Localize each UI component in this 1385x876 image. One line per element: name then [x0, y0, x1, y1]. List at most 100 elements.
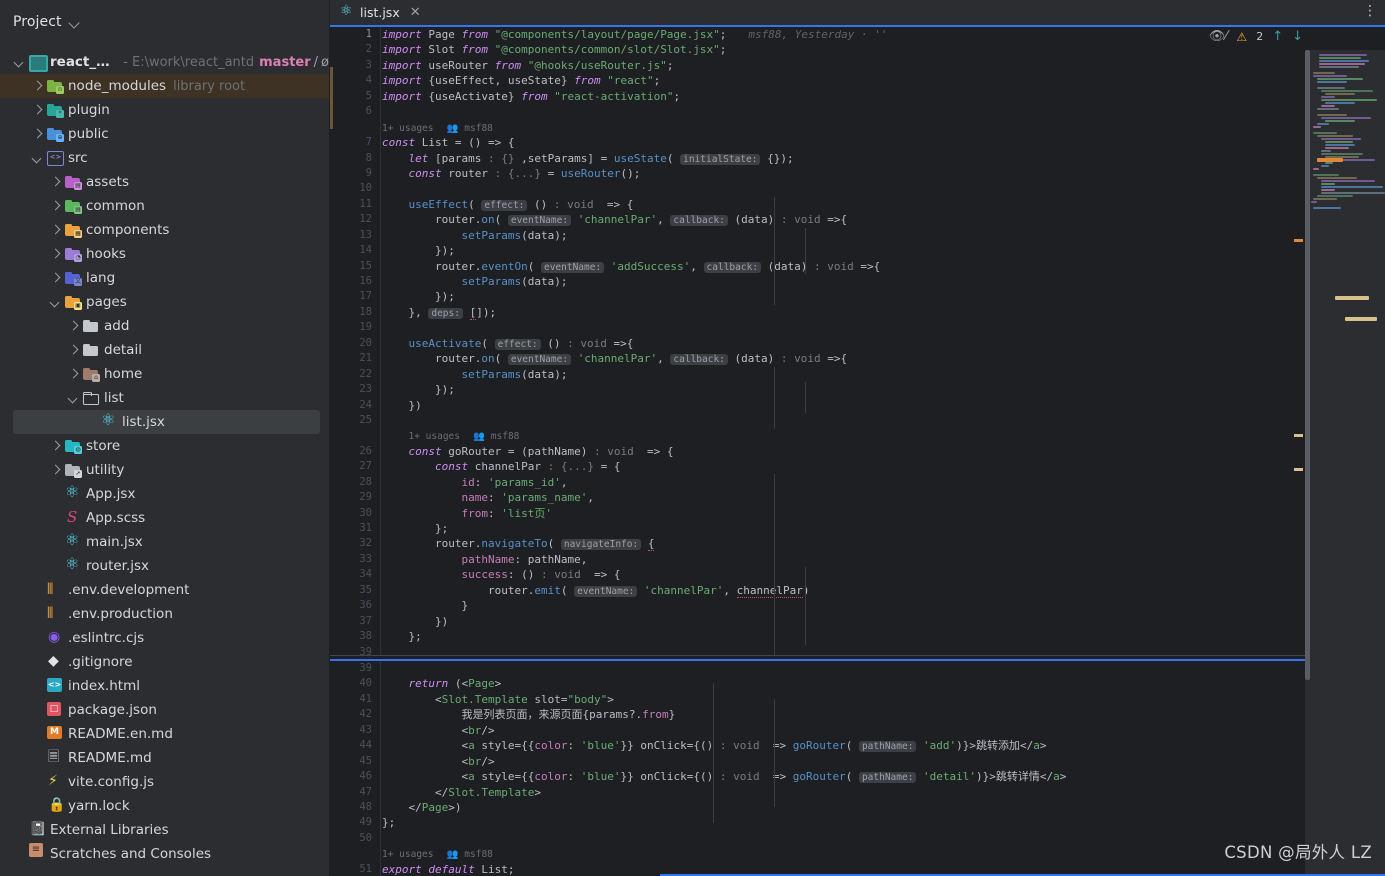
project-file-tree[interactable]: react_antd - E:\work\react_antd master /… [0, 44, 329, 876]
code-line[interactable] [382, 661, 1385, 676]
code-line[interactable]: 1+ usages 👥 msf88 [382, 428, 1385, 443]
line-number[interactable]: 37 [330, 614, 380, 629]
git-branch-label[interactable]: master [259, 55, 311, 70]
code-line[interactable]: }); [382, 243, 1385, 258]
chevron-down-icon[interactable] [13, 55, 27, 69]
chevron-right-icon[interactable] [49, 175, 63, 189]
code-content-top[interactable]: import Page from "@components/layout/pag… [382, 27, 1385, 655]
line-number[interactable]: 51 [330, 862, 380, 876]
tree-row-yarn-lock[interactable]: yarn.lock [0, 794, 329, 818]
code-line[interactable] [382, 104, 1385, 119]
code-line[interactable]: return (<Page> [382, 676, 1385, 691]
warning-triangle-icon[interactable]: ⚠ [1236, 30, 1247, 44]
code-line[interactable]: router.navigateTo( navigateInfo: { [382, 536, 1385, 552]
code-line[interactable]: </Page>) [382, 800, 1385, 815]
chevron-right-icon[interactable] [49, 439, 63, 453]
error-stripe[interactable] [1293, 50, 1305, 876]
chevron-right-icon[interactable] [49, 463, 63, 477]
close-icon[interactable]: ✕ [410, 5, 421, 20]
line-number[interactable]: 13 [330, 228, 380, 243]
tree-row-node-modules[interactable]: n node_modules library root [0, 74, 329, 98]
code-line[interactable]: useActivate( effect: () : void =>{ [382, 336, 1385, 351]
chevron-right-icon[interactable] [67, 343, 81, 357]
tree-row-detail[interactable]: detail [0, 338, 329, 362]
code-line[interactable]: from: 'list页' [382, 506, 1385, 521]
chevron-down-icon[interactable] [67, 391, 81, 405]
tree-row--env-production[interactable]: .env.production [0, 602, 329, 626]
tree-row-list-jsx[interactable]: list.jsx [13, 410, 320, 434]
code-line[interactable]: }) [382, 398, 1385, 413]
line-number[interactable]: 27 [330, 459, 380, 474]
line-number[interactable]: 12 [330, 212, 380, 227]
line-number-blank[interactable] [330, 428, 380, 443]
code-line[interactable]: </Slot.Template> [382, 785, 1385, 800]
code-line[interactable]: name: 'params_name', [382, 490, 1385, 505]
code-line[interactable]: import Slot from "@components/common/slo… [382, 42, 1385, 57]
code-line[interactable] [382, 181, 1385, 196]
tree-row-plugin[interactable]: * plugin [0, 98, 329, 122]
line-number[interactable]: 42 [330, 707, 380, 722]
chevron-down-icon[interactable] [69, 16, 81, 28]
tree-row-vite-config-js[interactable]: vite.config.js [0, 770, 329, 794]
line-number[interactable]: 41 [330, 692, 380, 707]
chevron-right-icon[interactable] [49, 223, 63, 237]
chevron-right-icon[interactable] [67, 367, 81, 381]
chevron-down-icon[interactable] [49, 295, 63, 309]
line-number[interactable]: 1 [330, 27, 380, 42]
line-number[interactable]: 36 [330, 598, 380, 613]
code-line[interactable]: import {useEffect, useState} from "react… [382, 73, 1385, 88]
more-vertical-icon[interactable]: ⋮ [1363, 4, 1377, 18]
stripe-warning-marker[interactable] [1294, 239, 1303, 242]
code-line[interactable]: const channelPar : {...} = { [382, 459, 1385, 474]
code-line[interactable]: pathName: pathName, [382, 552, 1385, 567]
tree-row--gitignore[interactable]: .gitignore [0, 650, 329, 674]
stripe-warning-marker[interactable] [1294, 434, 1303, 437]
editor-pane-top[interactable]: 1 2 3 4 5 6 7 8 9 10 11 12 13 14 15 16 17 18 19 20 21 22 23 24 2… [330, 25, 1385, 655]
line-number[interactable]: 49 [330, 815, 380, 830]
chevron-right-icon[interactable] [31, 127, 45, 141]
code-line[interactable]: 1+ usages 👥 msf88 [382, 120, 1385, 135]
chevron-right-icon[interactable] [67, 319, 81, 333]
line-number[interactable]: 20 [330, 336, 380, 351]
line-number[interactable]: 29 [330, 490, 380, 505]
line-number[interactable]: 40 [330, 676, 380, 691]
code-line[interactable]: }) [382, 614, 1385, 629]
code-minimap[interactable] [1305, 50, 1385, 876]
code-line[interactable]: }); [382, 382, 1385, 397]
line-number[interactable]: 22 [330, 367, 380, 382]
code-line[interactable]: router.on( eventName: 'channelPar', call… [382, 212, 1385, 227]
line-number[interactable]: 16 [330, 274, 380, 289]
tree-row-components[interactable]: ▦ components [0, 218, 329, 242]
code-line[interactable]: }, deps: []); [382, 305, 1385, 320]
line-number[interactable]: 39 [330, 661, 380, 676]
line-number-gutter-top[interactable]: 1 2 3 4 5 6 7 8 9 10 11 12 13 14 15 16 17 18 19 20 21 22 23 24 2… [330, 27, 380, 655]
tree-row-lang[interactable]: 文 lang [0, 266, 329, 290]
line-number[interactable]: 19 [330, 320, 380, 335]
code-line[interactable]: <a style={{color: 'blue'}} onClick={() :… [382, 769, 1385, 784]
tree-row-home[interactable]: ⌂ home [0, 362, 329, 386]
line-number-blank[interactable] [330, 846, 380, 861]
code-line[interactable]: <a style={{color: 'blue'}} onClick={() :… [382, 738, 1385, 753]
line-number[interactable]: 24 [330, 398, 380, 413]
line-number[interactable]: 32 [330, 536, 380, 551]
code-line[interactable]: const List = () => { [382, 135, 1385, 150]
line-number[interactable]: 43 [330, 723, 380, 738]
chevron-right-icon[interactable] [49, 247, 63, 261]
code-line[interactable]: }; [382, 521, 1385, 536]
code-line[interactable]: import {useActivate} from "react-activat… [382, 89, 1385, 104]
code-line[interactable]: }; [382, 815, 1385, 830]
line-number[interactable]: 38 [330, 629, 380, 644]
tree-row-src[interactable]: src [0, 146, 329, 170]
code-line[interactable]: }); [382, 289, 1385, 304]
tree-row-package-json[interactable]: package.json [0, 698, 329, 722]
line-number-blank[interactable] [330, 120, 380, 135]
code-line[interactable]: setParams(data); [382, 367, 1385, 382]
code-line[interactable] [382, 320, 1385, 335]
line-number[interactable]: 10 [330, 181, 380, 196]
line-number[interactable]: 44 [330, 738, 380, 753]
code-line[interactable]: router.emit( eventName: 'channelPar', ch… [382, 583, 1385, 598]
chevron-right-icon[interactable] [31, 79, 45, 93]
tree-row--env-development[interactable]: .env.development [0, 578, 329, 602]
tree-row-store[interactable]: ◍ store [0, 434, 329, 458]
line-number[interactable]: 18 [330, 305, 380, 320]
